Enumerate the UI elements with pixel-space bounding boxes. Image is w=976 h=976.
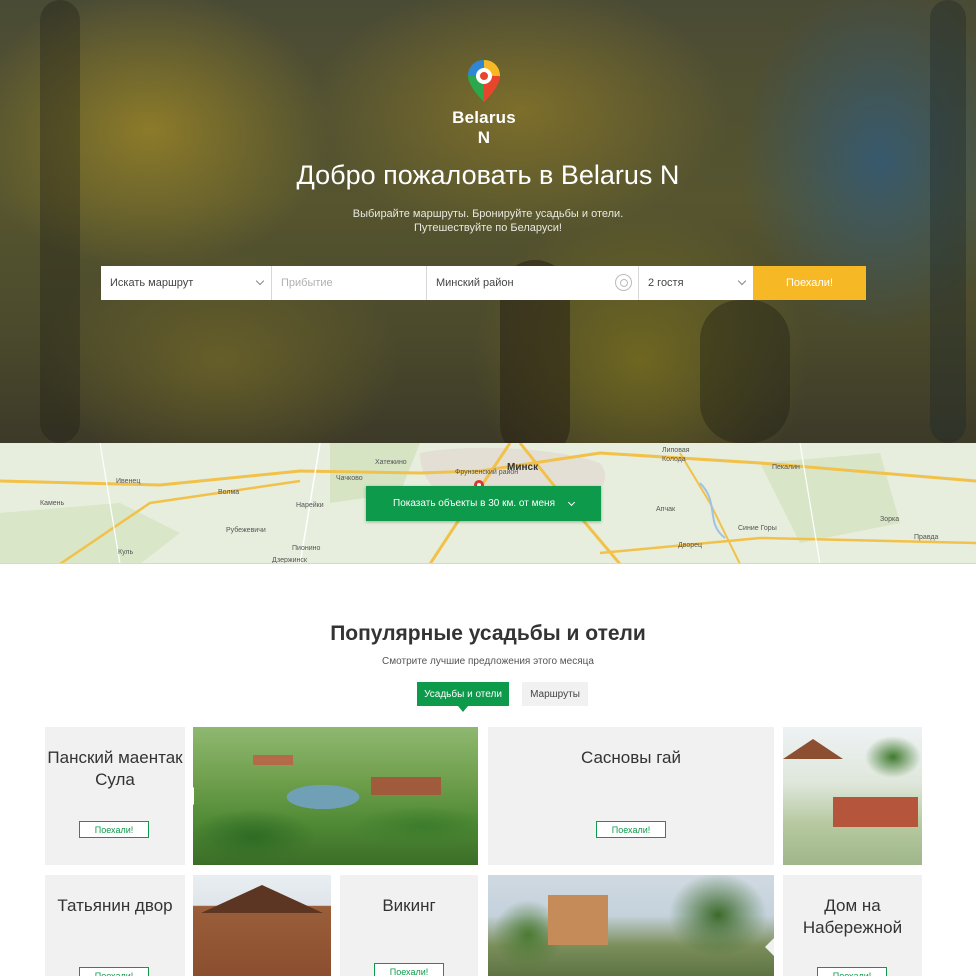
map-label: Апчак [656, 506, 676, 513]
go-button[interactable]: Поехали! [374, 963, 444, 976]
go-button[interactable]: Поехали! [79, 967, 149, 976]
map-label: Ивенец [116, 478, 141, 485]
show-nearby-button[interactable]: Показать объекты в 30 км. от меня [366, 486, 601, 521]
building-roof [253, 755, 293, 765]
property-name-line: Набережной [802, 918, 903, 937]
chevron-down-icon [737, 276, 747, 286]
search-bar: Искать маршрут Прибытие Минский район 2 … [101, 266, 866, 300]
card-notch [185, 787, 194, 805]
map-label: Колода [662, 456, 686, 463]
property-card-info: Дом на Набережной Поехали! [783, 875, 922, 976]
map-label: Липовая [662, 447, 690, 454]
location-value: Минский район [436, 277, 514, 289]
house-wall [548, 895, 608, 945]
chevron-down-icon [255, 276, 265, 286]
brand-name: Belarus N [452, 108, 516, 147]
map-label: Зорка [880, 516, 900, 523]
card-notch [765, 938, 774, 956]
route-select[interactable]: Искать маршрут [101, 266, 272, 300]
go-button[interactable]: Поехали! [817, 967, 887, 976]
map-label: Чачково [336, 475, 363, 482]
map-label: Волма [218, 489, 240, 496]
tab-routes[interactable]: Маршруты [522, 682, 588, 706]
map-label: Синие Горы [738, 525, 777, 532]
hero-subtitle: Выбирайте маршруты. Бронируйте усадьбы и… [0, 207, 976, 235]
location-input[interactable]: Минский район [427, 266, 639, 300]
section-title: Популярные усадьбы и отели [330, 622, 646, 645]
hero-title: Добро пожаловать в Belarus N [296, 160, 680, 190]
map-pin-logo-icon [468, 60, 500, 102]
gazebo-roof [783, 739, 843, 759]
arrival-placeholder: Прибытие [281, 277, 333, 289]
guests-select[interactable]: 2 гостя [639, 266, 753, 300]
go-button[interactable]: Поехали! [596, 821, 666, 838]
property-name-line: Дом на [824, 896, 881, 915]
card-notch [774, 787, 783, 805]
property-card-info: Татьянин двор Поехали! [45, 875, 185, 976]
show-nearby-label: Показать объекты в 30 км. от меня [393, 498, 555, 509]
brand-logo[interactable]: Belarus N [444, 58, 524, 148]
property-photo[interactable] [193, 875, 331, 976]
geolocate-icon[interactable] [615, 274, 632, 291]
map-label: Хатежино [375, 459, 407, 466]
guests-value: 2 гостя [648, 277, 684, 289]
property-photo[interactable] [783, 727, 922, 865]
house-roof [201, 885, 323, 913]
property-name: Панский маентак Сула [45, 747, 185, 791]
property-card-info: Сасновы гай Поехали! [488, 727, 774, 865]
map-label: Фрунзенский район [455, 469, 519, 476]
route-select-value: Искать маршрут [110, 277, 194, 289]
property-name: Дом на Набережной [783, 895, 922, 939]
map-label: Дзержинск [272, 557, 307, 564]
tab-estates-hotels[interactable]: Усадьбы и отели [417, 682, 509, 712]
map-label: Дворец [678, 542, 703, 549]
hero-banner: Belarus N Добро пожаловать в Belarus N В… [0, 0, 976, 443]
map-label: Рубежевичи [226, 527, 266, 534]
property-name-line: Сула [95, 770, 135, 789]
hero-subtitle-line-1: Выбирайте маршруты. Бронируйте усадьбы и… [352, 208, 624, 220]
property-name-line: Панский маентак [47, 748, 183, 767]
map-label: Пионино [292, 545, 321, 552]
property-card-info: Панский маентак Сула Поехали! [45, 727, 185, 865]
property-photo[interactable] [193, 727, 478, 865]
map-label: Камень [40, 500, 65, 507]
hero-subtitle-line-2: Путешествуйте по Беларуси! [414, 222, 562, 234]
property-name: Викинг [382, 896, 436, 915]
property-name: Сасновы гай [580, 748, 682, 767]
go-button[interactable]: Поехали! [79, 821, 149, 838]
arrival-date-input[interactable]: Прибытие [272, 266, 427, 300]
search-submit-button[interactable]: Поехали! [753, 266, 866, 300]
property-name: Татьянин двор [57, 896, 173, 915]
map-label: Правда [914, 534, 939, 541]
property-card-info: Викинг Поехали! [340, 875, 478, 976]
map-label: Куль [118, 549, 134, 556]
map-label: Пекалин [772, 464, 800, 471]
map-label: Нарейки [296, 502, 324, 509]
property-photo[interactable] [488, 875, 774, 976]
chevron-down-icon [567, 498, 576, 506]
building-roof [371, 777, 441, 795]
bench [833, 797, 918, 827]
section-subtitle: Смотрите лучшие предложения этого месяца [382, 656, 594, 667]
